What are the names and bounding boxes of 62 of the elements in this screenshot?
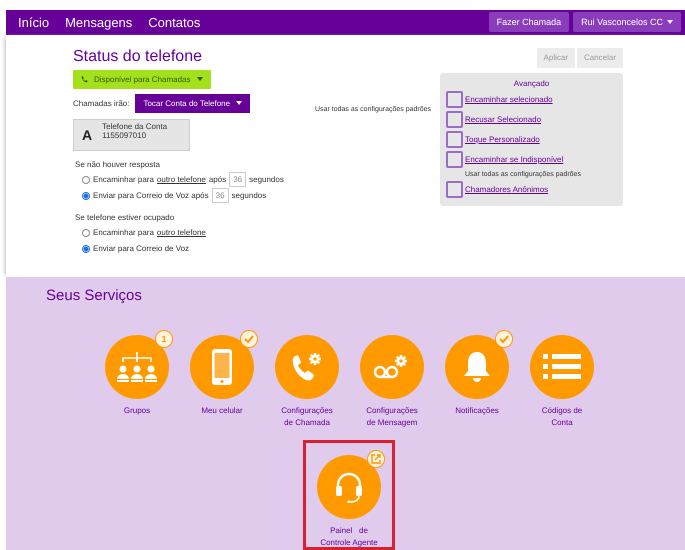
external-link-badge <box>367 450 385 468</box>
list-icon <box>543 354 581 380</box>
radio-button[interactable] <box>82 192 90 200</box>
seconds-field[interactable]: 36 <box>229 172 246 188</box>
caret-icon <box>236 101 242 106</box>
nav-link[interactable]: Contatos <box>142 14 206 30</box>
radio-button[interactable] <box>82 244 90 253</box>
phone-link[interactable]: outro telefone <box>156 228 206 238</box>
smartphone-icon <box>212 349 232 385</box>
option-text: Enviar para Correio de Voz após <box>93 191 209 200</box>
section-title: Status do telefone <box>73 48 203 66</box>
caret-icon <box>196 77 202 82</box>
field-label: Chamadas irão: <box>73 98 130 108</box>
account-number: 1155097010 <box>102 130 148 140</box>
org-chart-icon <box>117 352 157 382</box>
check-badge <box>240 330 258 348</box>
service-label[interactable]: Meu celular <box>201 405 243 417</box>
checkbox[interactable] <box>446 150 463 168</box>
seconds-field[interactable]: 36 <box>212 188 229 204</box>
service-label[interactable]: Códigos de Conta <box>542 405 582 429</box>
user-menu-button[interactable]: Rui Vasconcelos CC <box>573 12 681 32</box>
call-button[interactable]: Fazer Chamada <box>488 12 570 32</box>
service-label[interactable]: Grupos <box>124 405 150 417</box>
radio-button[interactable] <box>82 228 90 237</box>
calls-dropdown[interactable]: Tocar Conta do Telefone <box>135 94 250 113</box>
option-link[interactable]: Toque Personalizado <box>465 134 540 144</box>
option-link[interactable]: Encaminhar se Indisponível <box>465 154 564 164</box>
caret-icon <box>667 20 673 24</box>
option-link[interactable]: Encaminhar selecionado <box>465 94 553 104</box>
account-letter: A <box>82 126 92 143</box>
group-title: Se telefone estiver ocupado <box>75 212 176 222</box>
checkbox[interactable] <box>446 130 463 148</box>
option-text: após <box>208 175 226 184</box>
radio-button[interactable] <box>82 176 90 184</box>
section-title: Seus Serviços <box>46 287 143 304</box>
option-text: Encaminhar para <box>93 228 154 238</box>
phone-gear-icon <box>290 351 324 383</box>
option-link[interactable]: Recusar Selecionado <box>465 114 542 124</box>
nav-link[interactable]: Início <box>12 14 56 30</box>
headset-icon <box>334 471 364 503</box>
nav-link[interactable]: Mensagens <box>59 14 138 30</box>
checkbox[interactable] <box>446 180 463 198</box>
phone-link[interactable]: outro telefone <box>156 175 206 184</box>
panel-title: Avançado <box>512 78 550 88</box>
option-text: Enviar para Correio de Voz <box>93 244 190 254</box>
service-label[interactable]: Painel de Controle Agente <box>320 525 378 549</box>
option-text: segundos <box>232 191 266 200</box>
group-title: Se não houver resposta <box>75 160 161 169</box>
checkbox[interactable] <box>446 90 463 108</box>
option-text: segundos <box>249 175 284 184</box>
service-label[interactable]: Notificações <box>455 405 499 417</box>
count-badge: 1 <box>155 330 173 348</box>
checkbox[interactable] <box>446 110 463 128</box>
service-label[interactable]: Configurações de Chamada <box>281 405 333 429</box>
phone-icon <box>81 76 88 83</box>
option-link[interactable]: Chamadores Anônimos <box>465 184 548 194</box>
status-dropdown[interactable]: Disponível para Chamadas <box>73 70 210 89</box>
account-name: Telefone da Conta <box>102 122 168 131</box>
option-text: Encaminhar para <box>93 175 154 184</box>
check-badge <box>495 330 513 348</box>
service-label[interactable]: Configurações de Mensagem <box>366 405 418 429</box>
bell-icon <box>462 350 492 384</box>
